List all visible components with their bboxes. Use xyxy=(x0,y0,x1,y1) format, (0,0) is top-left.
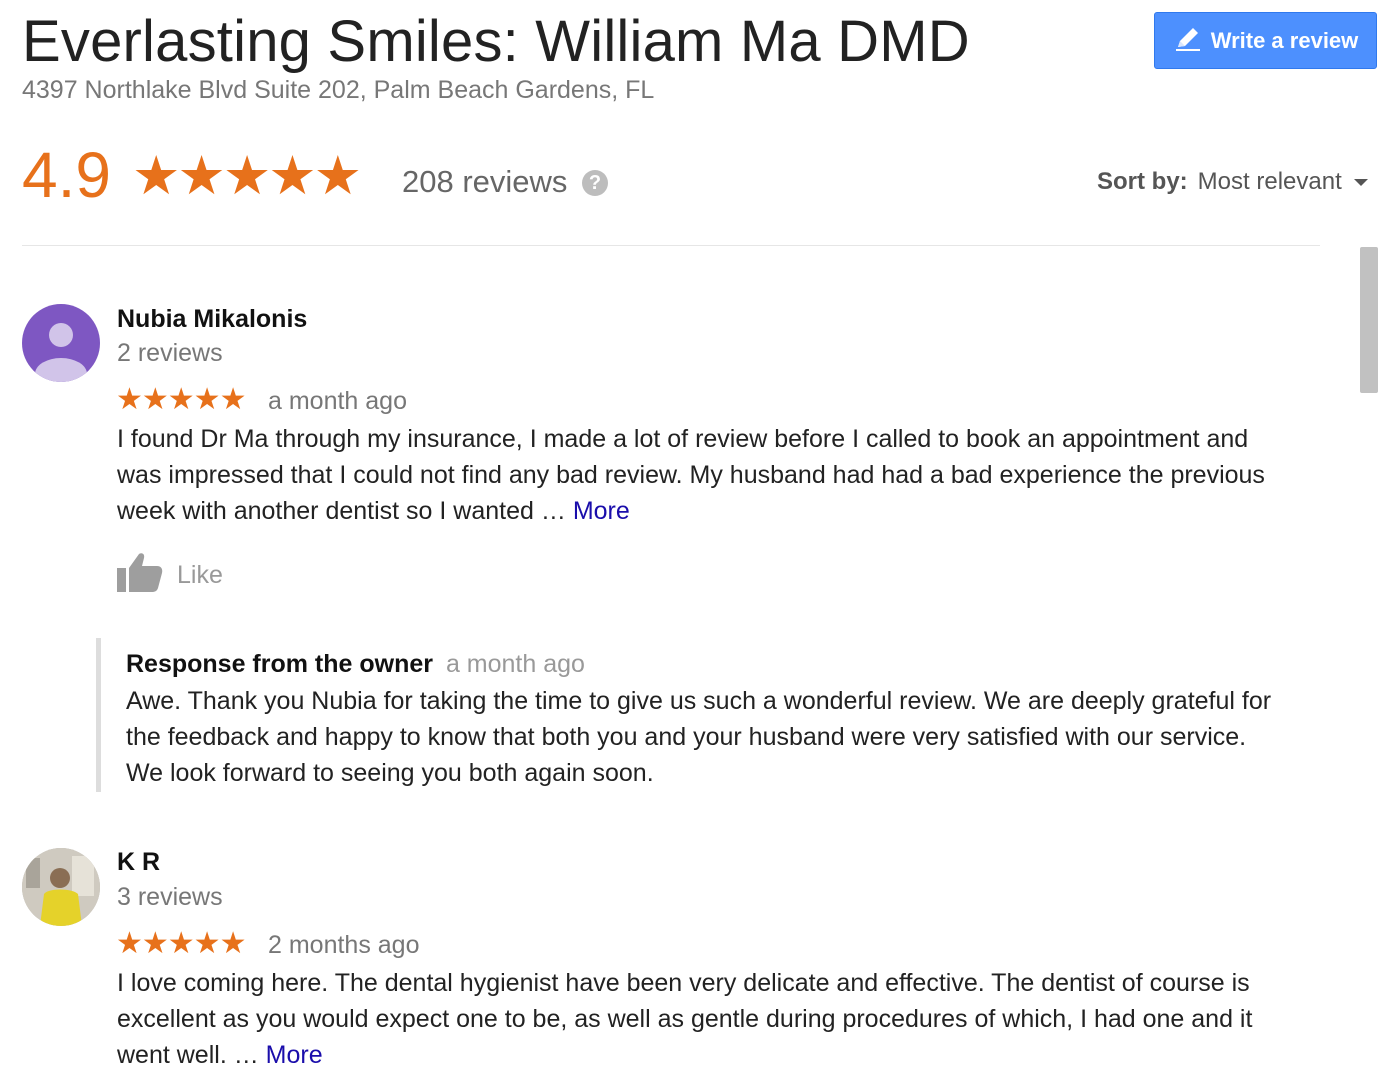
review-text-line: excellent as you would expect one to be,… xyxy=(117,1005,1253,1033)
owner-response-date: a month ago xyxy=(445,650,585,678)
review-text-line: went well. … xyxy=(117,1041,266,1069)
rating-stars: ★★★★★ xyxy=(132,146,362,206)
reviewer-name[interactable]: Nubia Mikalonis xyxy=(117,305,307,334)
business-address: 4397 Northlake Blvd Suite 202, Palm Beac… xyxy=(22,76,655,104)
review-text: I found Dr Ma through my insurance, I ma… xyxy=(117,421,1332,529)
owner-response-title: Response from the owner xyxy=(126,650,433,678)
reviewer-review-count[interactable]: 2 reviews xyxy=(117,339,223,368)
review-stars: ★★★★★ xyxy=(116,383,246,416)
divider xyxy=(22,245,1320,246)
sort-dropdown[interactable]: Sort by: Most relevant xyxy=(1097,168,1368,196)
user-icon xyxy=(35,323,87,382)
profile-photo xyxy=(22,848,100,926)
reviewer-name[interactable]: K R xyxy=(117,848,160,877)
review-text-line: I found Dr Ma through my insurance, I ma… xyxy=(117,425,1249,453)
average-rating: 4.9 xyxy=(22,139,111,211)
sort-label: Sort by: xyxy=(1097,168,1188,195)
owner-response-line: We look forward to seeing you both again… xyxy=(126,759,654,787)
write-review-label: Write a review xyxy=(1210,27,1359,53)
thumbs-up-icon xyxy=(117,552,163,599)
more-link[interactable]: More xyxy=(266,1041,323,1069)
owner-response-header: Response from the owner a month ago xyxy=(126,650,585,679)
review-text: I love coming here. The dental hygienist… xyxy=(117,965,1332,1073)
sort-value: Most relevant xyxy=(1197,168,1342,195)
review-text-line: was impressed that I could not find any … xyxy=(117,461,1265,489)
scrollbar-thumb[interactable] xyxy=(1360,247,1378,393)
owner-response-line: the feedback and happy to know that both… xyxy=(126,723,1247,751)
like-label: Like xyxy=(177,561,223,589)
write-review-button[interactable]: Write a review xyxy=(1154,12,1377,69)
review-text-line: week with another dentist so I wanted … xyxy=(117,497,573,525)
like-button[interactable]: Like xyxy=(117,552,223,599)
review-text-line: I love coming here. The dental hygienist… xyxy=(117,969,1250,997)
review-date: a month ago xyxy=(268,387,407,415)
more-link[interactable]: More xyxy=(573,497,630,525)
pencil-icon xyxy=(1173,23,1203,58)
review-count[interactable]: 208 reviews xyxy=(402,164,567,200)
owner-response: Response from the owner a month ago Awe.… xyxy=(96,638,1331,792)
owner-response-line: Awe. Thank you Nubia for taking the time… xyxy=(126,687,1272,715)
owner-response-text: Awe. Thank you Nubia for taking the time… xyxy=(126,683,1336,791)
business-title: Everlasting Smiles: William Ma DMD xyxy=(22,9,970,74)
help-icon[interactable]: ? xyxy=(582,170,608,196)
reviewer-review-count[interactable]: 3 reviews xyxy=(117,883,223,912)
review-date: 2 months ago xyxy=(268,931,420,959)
avatar[interactable] xyxy=(22,304,100,382)
avatar[interactable] xyxy=(22,848,100,926)
review-stars: ★★★★★ xyxy=(116,927,246,960)
chevron-down-icon xyxy=(1353,178,1368,186)
